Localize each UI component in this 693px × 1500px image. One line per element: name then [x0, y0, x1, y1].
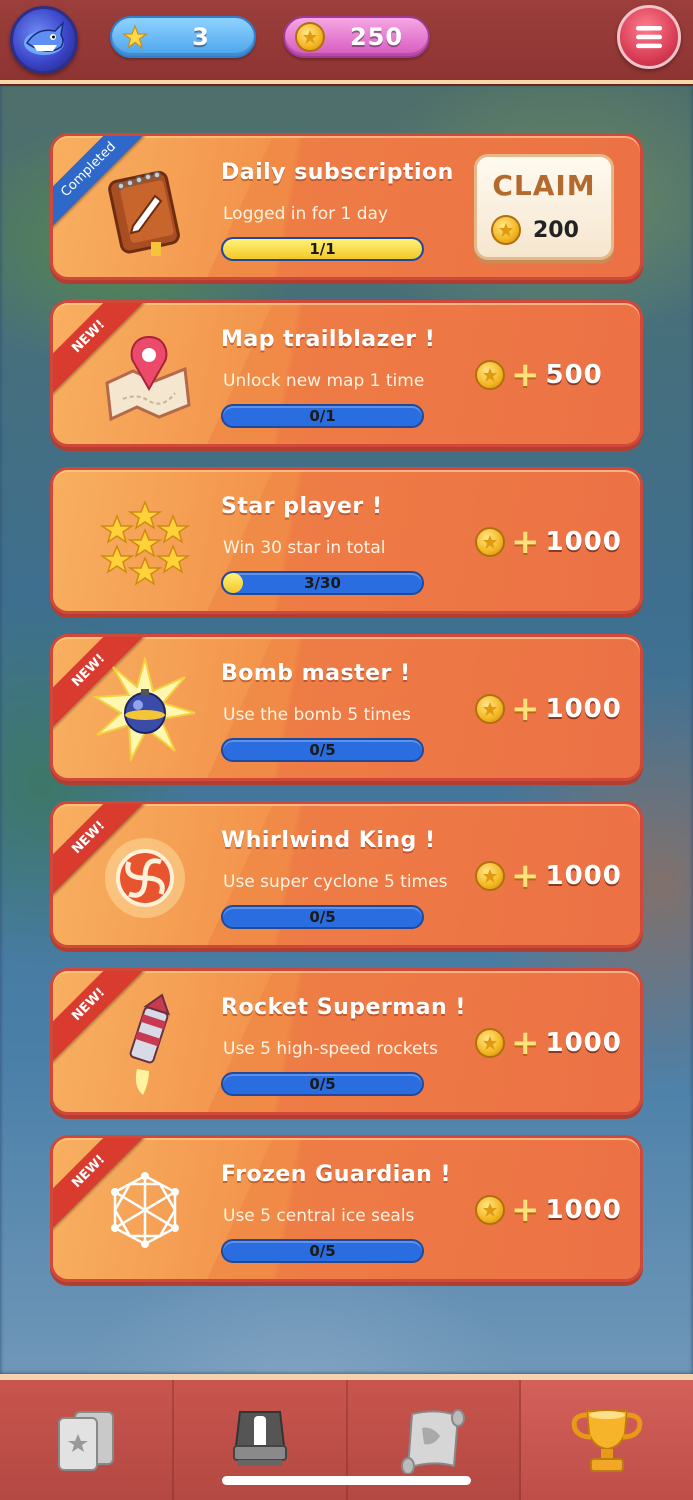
task-card-frozen-guardian: NEW! Frozen Guardian ! Use 5 central ice… — [50, 1135, 643, 1282]
rocket-icon — [129, 993, 171, 1095]
trophy-icon — [571, 1410, 643, 1472]
map-pin-icon — [105, 335, 191, 422]
home-indicator[interactable] — [222, 1476, 471, 1485]
nav-cards[interactable] — [0, 1380, 174, 1500]
task-title: Frozen Guardian ! — [221, 1162, 452, 1187]
reward-amount: 1000 — [545, 694, 622, 724]
plus-icon: + — [511, 522, 540, 562]
progress-text: 0/5 — [309, 908, 336, 926]
task-card-star-player: Star player ! Win 30 star in total 3/30 … — [50, 467, 643, 614]
cyclone-icon — [105, 838, 185, 918]
reward-amount: 500 — [545, 360, 603, 390]
task-card-rocket-superman: NEW! Rocket Superman ! Use 5 high-speed … — [50, 968, 643, 1115]
coin-icon — [475, 694, 505, 724]
task-description: Use 5 high-speed rockets — [223, 1039, 438, 1059]
plus-icon: + — [511, 856, 540, 896]
reward-amount: 1000 — [545, 527, 622, 557]
task-title: Daily subscription — [221, 160, 454, 185]
anvil-icon — [232, 1411, 287, 1466]
coin-icon — [295, 22, 325, 52]
task-title: Map trailblazer ! — [221, 327, 436, 352]
task-card-bomb-master: NEW! Bomb master ! Use the bomb 5 times … — [50, 634, 643, 781]
reward: + 500 — [475, 358, 603, 392]
task-description: Unlock new map 1 time — [223, 371, 425, 391]
stars-icon — [99, 499, 191, 586]
progress-bar: 3/30 — [221, 571, 424, 595]
progress-text: 3/30 — [304, 574, 341, 592]
task-title: Star player ! — [221, 494, 383, 519]
progress-bar: 0/5 — [221, 738, 424, 762]
ice-seal-icon — [111, 1172, 179, 1248]
task-description: Logged in for 1 day — [223, 204, 388, 224]
claim-button[interactable]: CLAIM 200 — [474, 154, 614, 260]
nav-trophy[interactable] — [521, 1380, 693, 1500]
reward-amount: 1000 — [545, 1195, 622, 1225]
stars-count: 3 — [192, 23, 210, 51]
task-title: Bomb master ! — [221, 661, 411, 686]
bomb-icon — [93, 657, 196, 762]
coins-counter[interactable]: 250 — [283, 16, 430, 58]
progress-bar: 0/5 — [221, 905, 424, 929]
coin-icon — [475, 1195, 505, 1225]
task-card-map-trailblazer: NEW! Map trailblazer ! Unlock new map 1 … — [50, 300, 643, 447]
cards-icon — [57, 1411, 114, 1471]
task-card-whirlwind-king: NEW! Whirlwind King ! Use super cyclone … — [50, 801, 643, 948]
progress-text: 1/1 — [309, 240, 336, 258]
reward: + 1000 — [475, 859, 622, 893]
map-scroll-icon — [401, 1409, 466, 1474]
coin-icon — [491, 215, 521, 245]
reward: + 1000 — [475, 1193, 622, 1227]
plus-icon: + — [511, 355, 540, 395]
task-card-daily-subscription: Completed Daily subscription Logged in f… — [50, 133, 643, 280]
reward-amount: 1000 — [545, 1028, 622, 1058]
task-title: Whirlwind King ! — [221, 828, 436, 853]
coin-icon — [475, 360, 505, 390]
progress-bar: 0/5 — [221, 1239, 424, 1263]
plus-icon: + — [511, 689, 540, 729]
hamburger-icon — [636, 26, 662, 49]
claim-reward-amount: 200 — [533, 217, 579, 243]
reward-amount: 1000 — [545, 861, 622, 891]
plus-icon: + — [511, 1190, 540, 1230]
star-icon — [122, 24, 148, 49]
plus-icon: + — [511, 1023, 540, 1063]
progress-bar: 0/5 — [221, 1072, 424, 1096]
stars-counter[interactable]: 3 — [110, 16, 256, 58]
coins-count: 250 — [349, 23, 404, 51]
reward: + 1000 — [475, 1026, 622, 1060]
claim-label: CLAIM — [492, 169, 596, 202]
progress-text: 0/5 — [309, 1242, 336, 1260]
menu-button[interactable] — [617, 5, 681, 69]
task-description: Win 30 star in total — [223, 538, 386, 558]
task-description: Use super cyclone 5 times — [223, 872, 448, 892]
top-bar: 3 250 — [0, 0, 693, 84]
reward: + 1000 — [475, 525, 622, 559]
progress-bar: 0/1 — [221, 404, 424, 428]
progress-text: 0/5 — [309, 1075, 336, 1093]
progress-text: 0/1 — [309, 407, 336, 425]
avatar[interactable] — [10, 6, 78, 74]
task-description: Use 5 central ice seals — [223, 1206, 415, 1226]
notebook-icon — [108, 170, 180, 256]
reward: + 1000 — [475, 692, 622, 726]
task-title: Rocket Superman ! — [221, 995, 466, 1020]
task-description: Use the bomb 5 times — [223, 705, 411, 725]
progress-text: 0/5 — [309, 741, 336, 759]
coin-icon — [475, 1028, 505, 1058]
coin-icon — [475, 861, 505, 891]
shark-avatar-icon — [24, 20, 65, 55]
progress-bar: 1/1 — [221, 237, 424, 261]
coin-icon — [475, 527, 505, 557]
